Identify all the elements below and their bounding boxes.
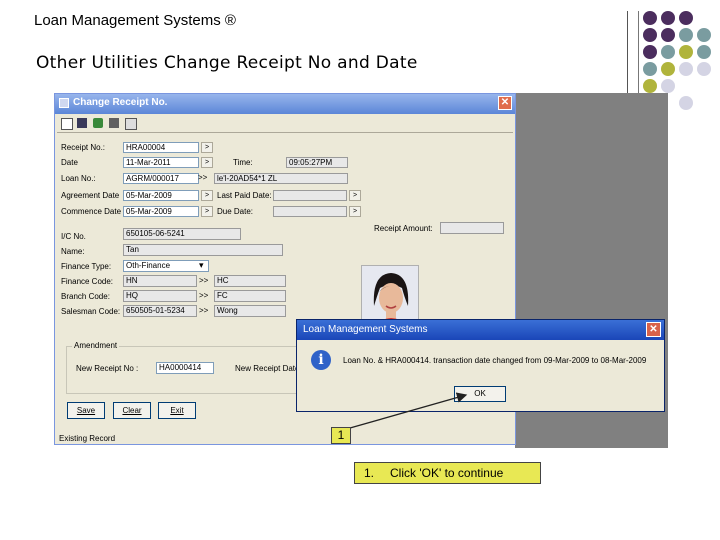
step-number: 1. <box>364 466 375 480</box>
step-text: Click 'OK' to continue <box>390 466 504 480</box>
instruction-note: 1. Click 'OK' to continue <box>354 462 541 484</box>
step-marker: 1 <box>331 427 351 444</box>
annotation-arrow <box>349 392 468 429</box>
